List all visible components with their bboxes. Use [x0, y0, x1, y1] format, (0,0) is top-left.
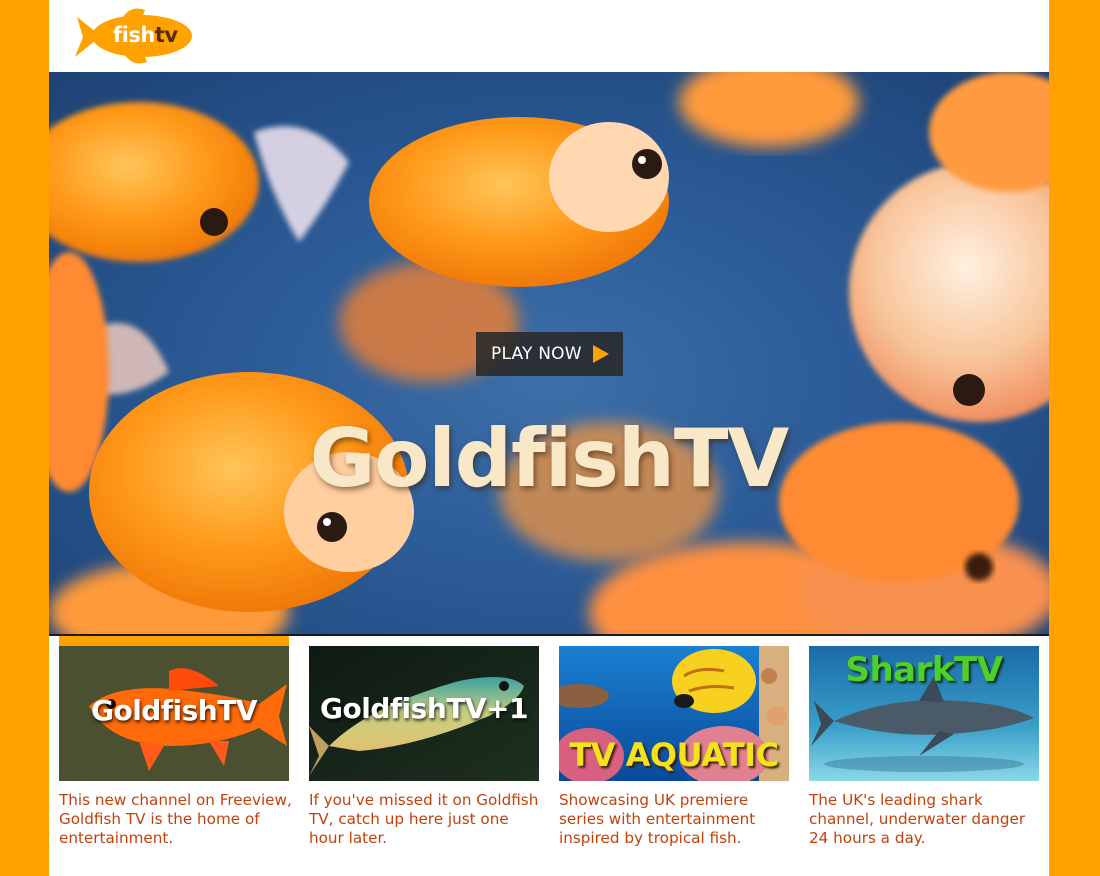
channel-card-goldfishtv: GoldfishTV This new channel on Freeview,…	[59, 636, 292, 866]
logo-fish-text: fish	[113, 23, 155, 47]
play-now-button[interactable]: PLAY NOW	[476, 332, 623, 376]
channel-thumbnail-title: SharkTV	[845, 650, 1003, 690]
play-now-label: PLAY NOW	[491, 344, 582, 364]
page: fishtv PLAY NOW GoldfishTV GoldfishTV Th…	[49, 0, 1049, 876]
channel-thumbnail-title: TV AQUATIC	[569, 736, 779, 774]
channel-card-tv-aquatic: TV AQUATIC Showcasing UK premiere series…	[559, 636, 789, 866]
logo-wordmark: fishtv	[113, 23, 178, 47]
channel-description: Showcasing UK premiere series with enter…	[559, 791, 756, 847]
channel-card-sharktv: SharkTV The UK's leading shark channel, …	[809, 636, 1039, 866]
channel-description: The UK's leading shark channel, underwat…	[809, 791, 1026, 847]
fishtv-logo[interactable]: fishtv	[65, 5, 195, 67]
channel-thumbnail-tv-aquatic[interactable]: TV AQUATIC	[559, 646, 789, 781]
logo-tv-text: tv	[154, 23, 178, 47]
active-channel-indicator	[59, 636, 289, 646]
hero-banner: PLAY NOW GoldfishTV	[49, 72, 1049, 634]
header: fishtv	[49, 0, 1049, 72]
channel-thumbnail-title: GoldfishTV+1	[320, 692, 528, 725]
channel-description: This new channel on Freeview, Goldfish T…	[59, 791, 292, 847]
channel-description: If you've missed it on Goldfish TV, catc…	[309, 791, 539, 847]
channel-thumbnail-goldfishtv[interactable]: GoldfishTV	[59, 646, 289, 781]
channel-list: GoldfishTV This new channel on Freeview,…	[49, 636, 1049, 876]
channel-thumbnail-goldfishtv-plus1[interactable]: GoldfishTV+1	[309, 646, 539, 781]
channel-thumbnail-sharktv[interactable]: SharkTV	[809, 646, 1039, 781]
hero-title: GoldfishTV	[309, 412, 790, 505]
play-triangle-icon	[592, 345, 609, 363]
channel-thumbnail-title: GoldfishTV	[90, 694, 258, 727]
channel-card-goldfishtv-plus1: GoldfishTV+1 If you've missed it on Gold…	[309, 636, 539, 866]
